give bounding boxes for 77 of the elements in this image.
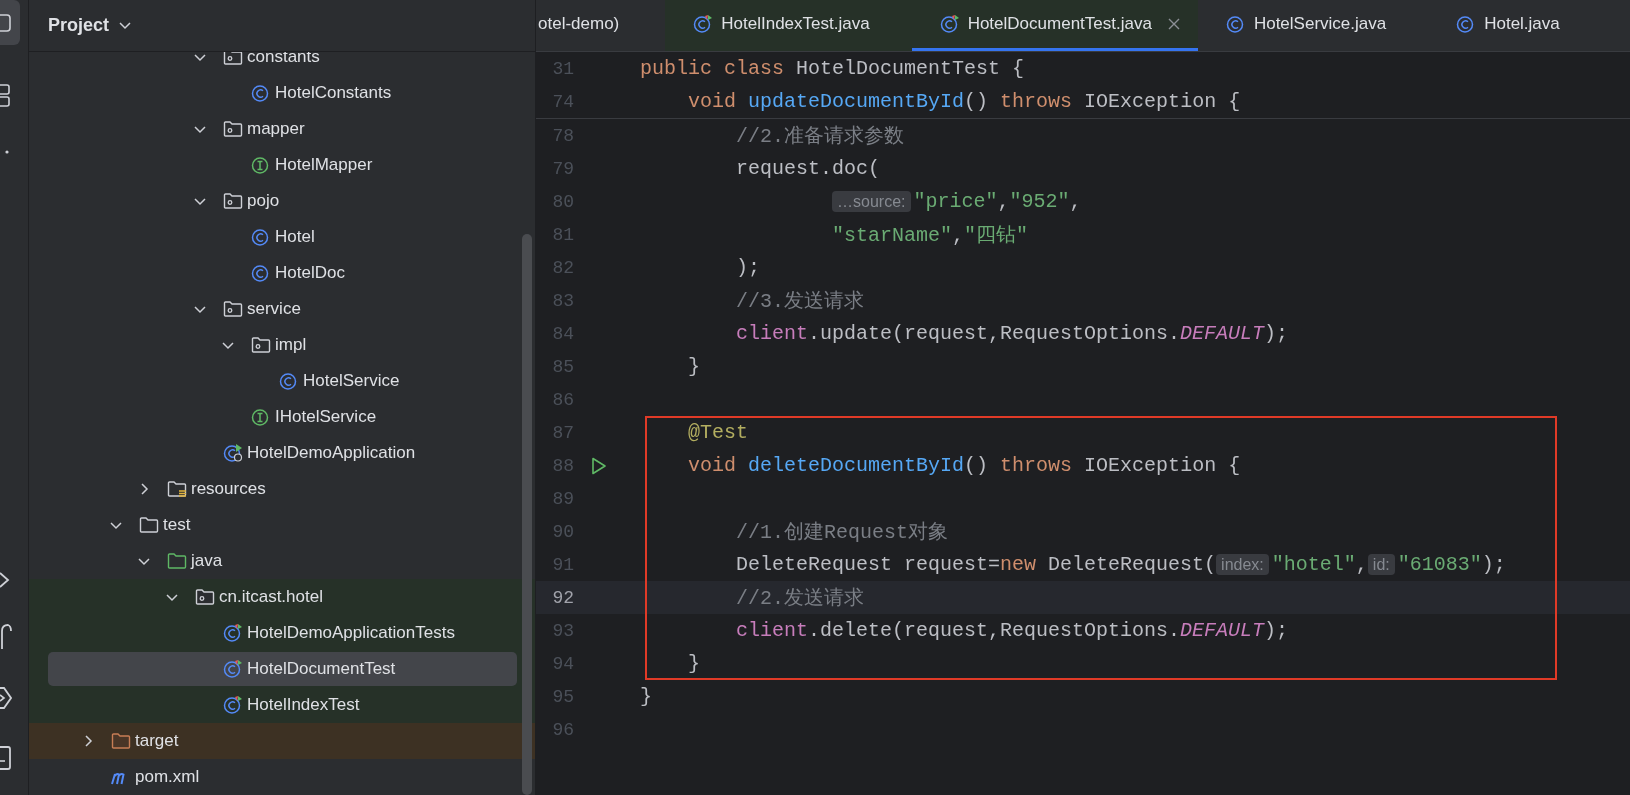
tree-item[interactable]: test: [48, 508, 517, 542]
editor-tab[interactable]: HotelDocumentTest.java: [911, 0, 1198, 51]
code-line: client.delete(request,RequestOptions.DEFAULT);: [735, 619, 1289, 642]
code-line: void updateDocumentById() throws IOException {: [687, 90, 1241, 113]
tree-item[interactable]: mapper: [48, 112, 517, 146]
class-icon: [279, 372, 299, 390]
tree-item[interactable]: target: [48, 724, 517, 758]
editor-tab[interactable]: Hotel.java: [1428, 0, 1602, 51]
tree-item[interactable]: service: [48, 292, 517, 326]
folder-icon: [167, 552, 187, 570]
tree-item[interactable]: Hotel: [48, 220, 517, 254]
run-icon[interactable]: [591, 456, 607, 475]
tree-item[interactable]: HotelConstants: [48, 76, 517, 110]
folder-icon: [223, 52, 243, 66]
app-icon: [223, 444, 243, 462]
code-line: @Test: [687, 421, 749, 444]
tree-item[interactable]: pojo: [48, 184, 517, 218]
tree-item[interactable]: HotelIndexTest: [48, 688, 517, 722]
code-line: }: [687, 652, 700, 675]
tree-item[interactable]: cn.itcast.hotel: [48, 580, 517, 614]
resources-folder-icon: [167, 480, 187, 498]
tree-item[interactable]: HotelDocumentTest: [48, 652, 517, 686]
code-line: //2.准备请求参数: [735, 124, 905, 149]
test-class-icon: [223, 696, 243, 714]
folder-icon: [195, 588, 215, 606]
folder-icon: [223, 192, 243, 210]
class-icon: [251, 84, 271, 102]
tree-item[interactable]: HotelDemoApplicationTests: [48, 616, 517, 650]
panel-title[interactable]: Project: [48, 15, 110, 36]
folder-icon: [223, 120, 243, 138]
folder-icon: [251, 336, 271, 354]
folder-icon: [223, 300, 243, 318]
class-icon: [1225, 15, 1246, 33]
terminal-icon[interactable]: [0, 745, 12, 771]
hook-icon[interactable]: [0, 623, 12, 651]
code-line: //3.发送请求: [735, 289, 865, 314]
test-class-icon: [223, 624, 243, 642]
tree-item[interactable]: resources: [48, 472, 517, 506]
test-class-icon: [939, 15, 960, 33]
code-line: DeleteRequest request=new DeleteRequest( index: "hotel", id: "61083");: [735, 553, 1506, 576]
folder-icon: [111, 732, 131, 750]
chevron-down-icon[interactable]: [119, 21, 132, 30]
code-line: }: [687, 355, 700, 378]
tree-item[interactable]: java: [48, 544, 517, 578]
code-line: …source: "price","952",: [640, 190, 1082, 213]
test-class-icon: [693, 15, 714, 33]
class-icon: [251, 264, 271, 282]
folder-icon: [139, 516, 159, 534]
close-icon[interactable]: [1167, 18, 1180, 30]
tree-item[interactable]: pom.xml: [48, 760, 517, 794]
chevron-icon[interactable]: [0, 571, 10, 589]
code-line: }: [640, 685, 652, 708]
badge-icon[interactable]: [0, 685, 12, 711]
line-number: 92: [551, 587, 574, 608]
interface-icon: [251, 156, 271, 174]
tree-item[interactable]: HotelMapper: [48, 148, 517, 182]
scrollbar-thumb[interactable]: [522, 234, 532, 795]
tree-item[interactable]: impl: [48, 328, 517, 362]
code-line: public class HotelDocumentTest {: [640, 57, 1025, 80]
editor-tab[interactable]: otel-demo): [536, 0, 666, 51]
tree-item[interactable]: HotelService: [48, 364, 517, 398]
code-line: void deleteDocumentById() throws IOException {: [687, 454, 1241, 477]
layout-icon[interactable]: [0, 83, 12, 109]
code-line: //2.发送请求: [735, 586, 865, 611]
code-line: );: [735, 256, 761, 279]
editor-tab[interactable]: HotelService.java: [1197, 0, 1429, 51]
class-icon: [251, 228, 271, 246]
tree-item[interactable]: HotelDoc: [48, 256, 517, 290]
code-line: request.doc(: [735, 157, 881, 180]
code-line: client.update(request,RequestOptions.DEFAULT);: [735, 322, 1289, 345]
editor-tab[interactable]: HotelIndexTest.java: [665, 0, 912, 51]
interface-icon: [251, 408, 271, 426]
code-line: //1.创建Request对象: [735, 520, 949, 545]
code-line: "starName","四钻": [831, 223, 1029, 248]
tree-item[interactable]: IHotelService: [48, 400, 517, 434]
test-class-icon: [223, 660, 243, 678]
tree-item[interactable]: HotelDemoApplication: [48, 436, 517, 470]
